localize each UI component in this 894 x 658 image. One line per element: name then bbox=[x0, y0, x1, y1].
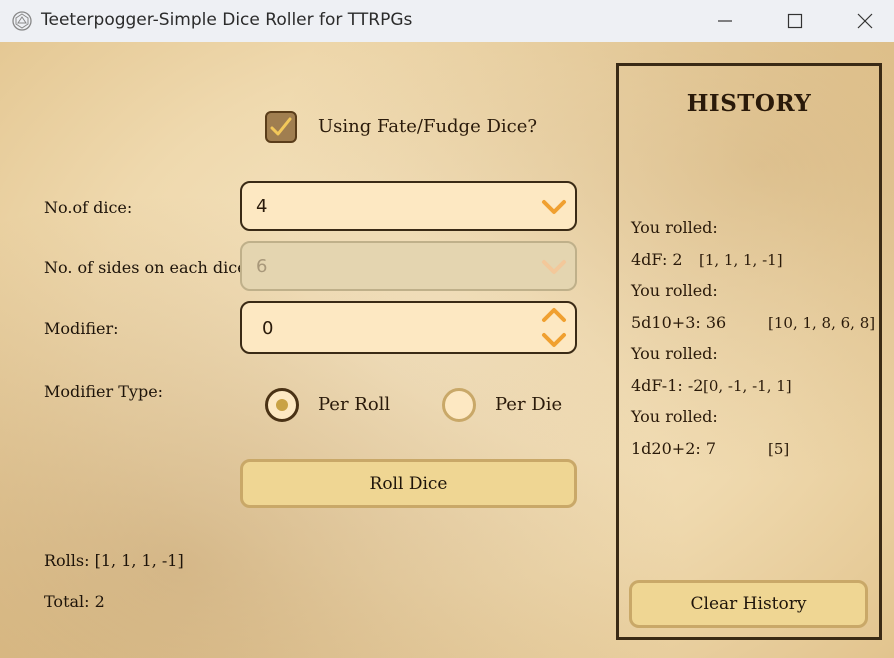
per-die-label: Per Die bbox=[495, 394, 563, 415]
maximize-button[interactable] bbox=[760, 0, 830, 42]
chevron-down-icon bbox=[542, 260, 566, 274]
dice-sides-value: 6 bbox=[256, 256, 268, 277]
clear-history-button[interactable]: Clear History bbox=[629, 580, 868, 628]
minimize-icon bbox=[718, 20, 732, 22]
dice-count-label: No.of dice: bbox=[44, 198, 133, 217]
history-entry-rolls: [10, 1, 8, 6, 8] bbox=[768, 314, 876, 332]
history-entry-heading: You rolled: bbox=[631, 218, 718, 237]
history-entry-rolls: [1, 1, 1, -1] bbox=[699, 251, 783, 269]
fate-dice-checkbox[interactable] bbox=[265, 111, 297, 143]
per-roll-radio[interactable] bbox=[265, 388, 299, 422]
history-entry-formula: 5d10+3: 36 bbox=[631, 313, 727, 332]
window-title: Teeterpogger-Simple Dice Roller for TTRP… bbox=[41, 10, 413, 30]
history-entry-heading: You rolled: bbox=[631, 344, 718, 363]
per-die-radio[interactable] bbox=[442, 388, 476, 422]
per-roll-label: Per Roll bbox=[318, 394, 391, 415]
history-entry-formula: 4dF: 2 bbox=[631, 250, 683, 269]
history-panel: HISTORY You rolled: 4dF: 2 [1, 1, 1, -1]… bbox=[616, 63, 882, 640]
total-result: Total: 2 bbox=[44, 592, 105, 611]
title-bar: Teeterpogger-Simple Dice Roller for TTRP… bbox=[0, 0, 894, 42]
chevron-up-icon[interactable] bbox=[541, 306, 567, 324]
fate-dice-label: Using Fate/Fudge Dice? bbox=[318, 116, 538, 137]
chevron-down-icon[interactable] bbox=[541, 331, 567, 349]
dice-count-select[interactable]: 4 bbox=[240, 181, 577, 231]
modifier-value: 0 bbox=[262, 318, 274, 339]
close-button[interactable] bbox=[830, 0, 894, 42]
history-entry-formula: 4dF-1: -2 bbox=[631, 376, 704, 395]
modifier-spinbox[interactable]: 0 bbox=[240, 301, 577, 354]
dice-count-value: 4 bbox=[256, 196, 268, 217]
history-entry-rolls: [5] bbox=[768, 440, 790, 458]
close-icon bbox=[857, 13, 873, 29]
history-entry-heading: You rolled: bbox=[631, 281, 718, 300]
modifier-label: Modifier: bbox=[44, 319, 119, 338]
maximize-icon bbox=[787, 13, 803, 29]
modifier-type-label: Modifier Type: bbox=[44, 382, 164, 401]
d20-icon bbox=[12, 11, 32, 31]
minimize-button[interactable] bbox=[690, 0, 760, 42]
rolls-result: Rolls: [1, 1, 1, -1] bbox=[44, 551, 184, 570]
dice-sides-select: 6 bbox=[240, 241, 577, 291]
chevron-down-icon[interactable] bbox=[541, 198, 567, 216]
history-entry-rolls: [0, -1, -1, 1] bbox=[703, 377, 792, 395]
dice-sides-label: No. of sides on each dice: bbox=[44, 258, 253, 277]
history-title: HISTORY bbox=[686, 90, 812, 117]
history-entry-formula: 1d20+2: 7 bbox=[631, 439, 717, 458]
roll-dice-button[interactable]: Roll Dice bbox=[240, 459, 577, 508]
checkmark-icon bbox=[270, 117, 292, 136]
history-entry-heading: You rolled: bbox=[631, 407, 718, 426]
